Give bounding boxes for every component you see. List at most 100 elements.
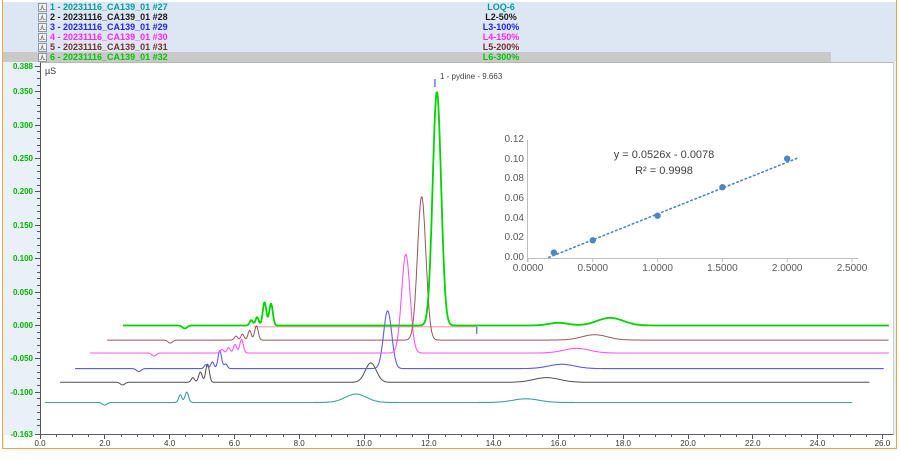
chromatogram-icon — [38, 3, 47, 12]
legend-row[interactable]: 2 - 20231116_CA139_01 #28 L2-50% — [3, 12, 896, 22]
inset-data-point — [551, 249, 557, 255]
y-axis-minor-tick — [37, 165, 40, 166]
x-axis-tick-label: 2.0 — [90, 439, 120, 448]
inset-y-tick-label: 0.08 — [500, 174, 524, 184]
y-axis-minor-tick — [37, 185, 40, 186]
x-axis-tick-label: 16.0 — [543, 439, 573, 448]
y-axis-minor-tick — [37, 405, 40, 406]
inset-y-tick-label: 0.04 — [500, 214, 524, 224]
inset-y-tick-label: 0.02 — [500, 233, 524, 243]
x-axis-tick-label: 6.0 — [219, 439, 249, 448]
x-axis-minor-tick — [574, 435, 575, 437]
y-axis-tick-label: 0.300 — [0, 121, 33, 130]
inset-x-tick-label: 2.0000 — [765, 264, 809, 274]
y-axis-major-tick — [35, 325, 40, 326]
y-axis-minor-tick — [37, 412, 40, 413]
inset-data-point — [654, 213, 660, 219]
y-axis-tick-label: 0.250 — [0, 154, 33, 163]
equation-line: y = 0.0526x - 0.0078 — [584, 147, 744, 163]
y-axis-minor-tick — [37, 98, 40, 99]
x-axis-minor-tick — [445, 435, 446, 437]
y-axis-tick-label: 0.388 — [0, 62, 33, 71]
legend-row[interactable]: 6 - 20231116_CA139_01 #32L6-300% — [3, 52, 831, 62]
x-axis-tick-label: 10.0 — [349, 439, 379, 448]
y-axis-minor-tick — [37, 398, 40, 399]
x-axis-minor-tick — [412, 435, 413, 437]
y-axis-tick-label: 0.100 — [0, 254, 33, 263]
y-axis-minor-tick — [37, 278, 40, 279]
x-axis-minor-tick — [396, 435, 397, 437]
y-axis-major-tick — [35, 358, 40, 359]
legend-row-label: 2 - 20231116_CA139_01 #28 — [50, 12, 168, 22]
y-axis-major-tick — [35, 392, 40, 393]
y-axis-minor-tick — [37, 265, 40, 266]
x-axis-minor-tick — [769, 435, 770, 437]
y-axis-minor-tick — [37, 71, 40, 72]
legend-row-label: 4 - 20231116_CA139_01 #30 — [50, 32, 168, 42]
injection-legend: 1 - 20231116_CA139_01 #27LOQ-62 - 202311… — [3, 2, 896, 62]
x-axis-minor-tick — [218, 435, 219, 437]
inset-data-point — [784, 155, 790, 161]
y-axis-tick-label: -0.100 — [0, 388, 33, 397]
r-squared-line: R² = 0.9998 — [584, 163, 744, 179]
y-axis-major-tick — [35, 91, 40, 92]
x-axis-tick-label: 18.0 — [608, 439, 638, 448]
legend-row[interactable]: 1 - 20231116_CA139_01 #27LOQ-6 — [3, 2, 896, 12]
panel-border-bottom — [2, 448, 897, 449]
legend-row[interactable]: 4 - 20231116_CA139_01 #30L4-150% — [3, 32, 896, 42]
y-axis-major-tick — [35, 258, 40, 259]
inset-data-point — [719, 184, 725, 190]
legend-row-label: 3 - 20231116_CA139_01 #29 — [50, 22, 168, 32]
x-axis-tick-label: 8.0 — [284, 439, 314, 448]
x-axis-tick-label: 12.0 — [414, 439, 444, 448]
x-axis-minor-tick — [736, 435, 737, 437]
legend-row[interactable]: 3 - 20231116_CA139_01 #29L3-100% — [3, 22, 896, 32]
y-axis-minor-tick — [37, 378, 40, 379]
y-axis-minor-tick — [37, 272, 40, 273]
legend-row-level: L2-50% — [473, 12, 529, 22]
y-axis-minor-tick — [37, 118, 40, 119]
inset-x-tick-label: 2.5000 — [830, 264, 874, 274]
chromatogram-icon — [38, 33, 47, 42]
y-axis-minor-tick — [37, 211, 40, 212]
inset-x-tick-label: 1.5000 — [700, 264, 744, 274]
inset-y-tick-label: 0.06 — [500, 194, 524, 204]
y-axis-major-tick — [35, 158, 40, 159]
inset-x-tick-label: 0.5000 — [571, 264, 615, 274]
x-axis-minor-tick — [801, 435, 802, 437]
x-axis-minor-tick — [266, 435, 267, 437]
legend-row-label: 6 - 20231116_CA139_01 #32 — [50, 52, 168, 62]
y-axis-major-tick — [35, 125, 40, 126]
y-axis-minor-tick — [37, 338, 40, 339]
x-axis-tick-label: 4.0 — [155, 439, 185, 448]
legend-row-label: 1 - 20231116_CA139_01 #27 — [50, 2, 168, 12]
x-axis-minor-tick — [250, 435, 251, 437]
x-axis-minor-tick — [542, 435, 543, 437]
x-axis-minor-tick — [56, 435, 57, 437]
peak-annotation-label: 1 - pydine - 9.663 — [440, 72, 502, 81]
y-axis-major-tick — [35, 225, 40, 226]
legend-row[interactable]: 5 - 20231116_CA139_01 #31L5-200% — [3, 42, 896, 52]
x-axis-minor-tick — [153, 435, 154, 437]
x-axis-minor-tick — [850, 435, 851, 437]
x-axis-tick-label: 22.0 — [738, 439, 768, 448]
y-axis-minor-tick — [37, 231, 40, 232]
x-axis-minor-tick — [704, 435, 705, 437]
y-axis-minor-tick — [37, 171, 40, 172]
y-axis-major-tick — [35, 191, 40, 192]
inset-y-tick-label: 0.10 — [500, 155, 524, 165]
y-axis-minor-tick — [37, 252, 40, 253]
y-axis-minor-tick — [37, 85, 40, 86]
x-axis-minor-tick — [477, 435, 478, 437]
y-axis-minor-tick — [37, 198, 40, 199]
x-axis-minor-tick — [331, 435, 332, 437]
y-axis-minor-tick — [37, 385, 40, 386]
y-axis-minor-tick — [37, 78, 40, 79]
y-axis-tick-label: 0.000 — [0, 321, 33, 330]
legend-row-level: L5-200% — [473, 42, 529, 52]
y-axis-minor-tick — [37, 425, 40, 426]
y-axis-minor-tick — [37, 419, 40, 420]
y-axis-minor-tick — [37, 312, 40, 313]
x-axis-minor-tick — [88, 435, 89, 437]
y-axis-minor-tick — [37, 178, 40, 179]
